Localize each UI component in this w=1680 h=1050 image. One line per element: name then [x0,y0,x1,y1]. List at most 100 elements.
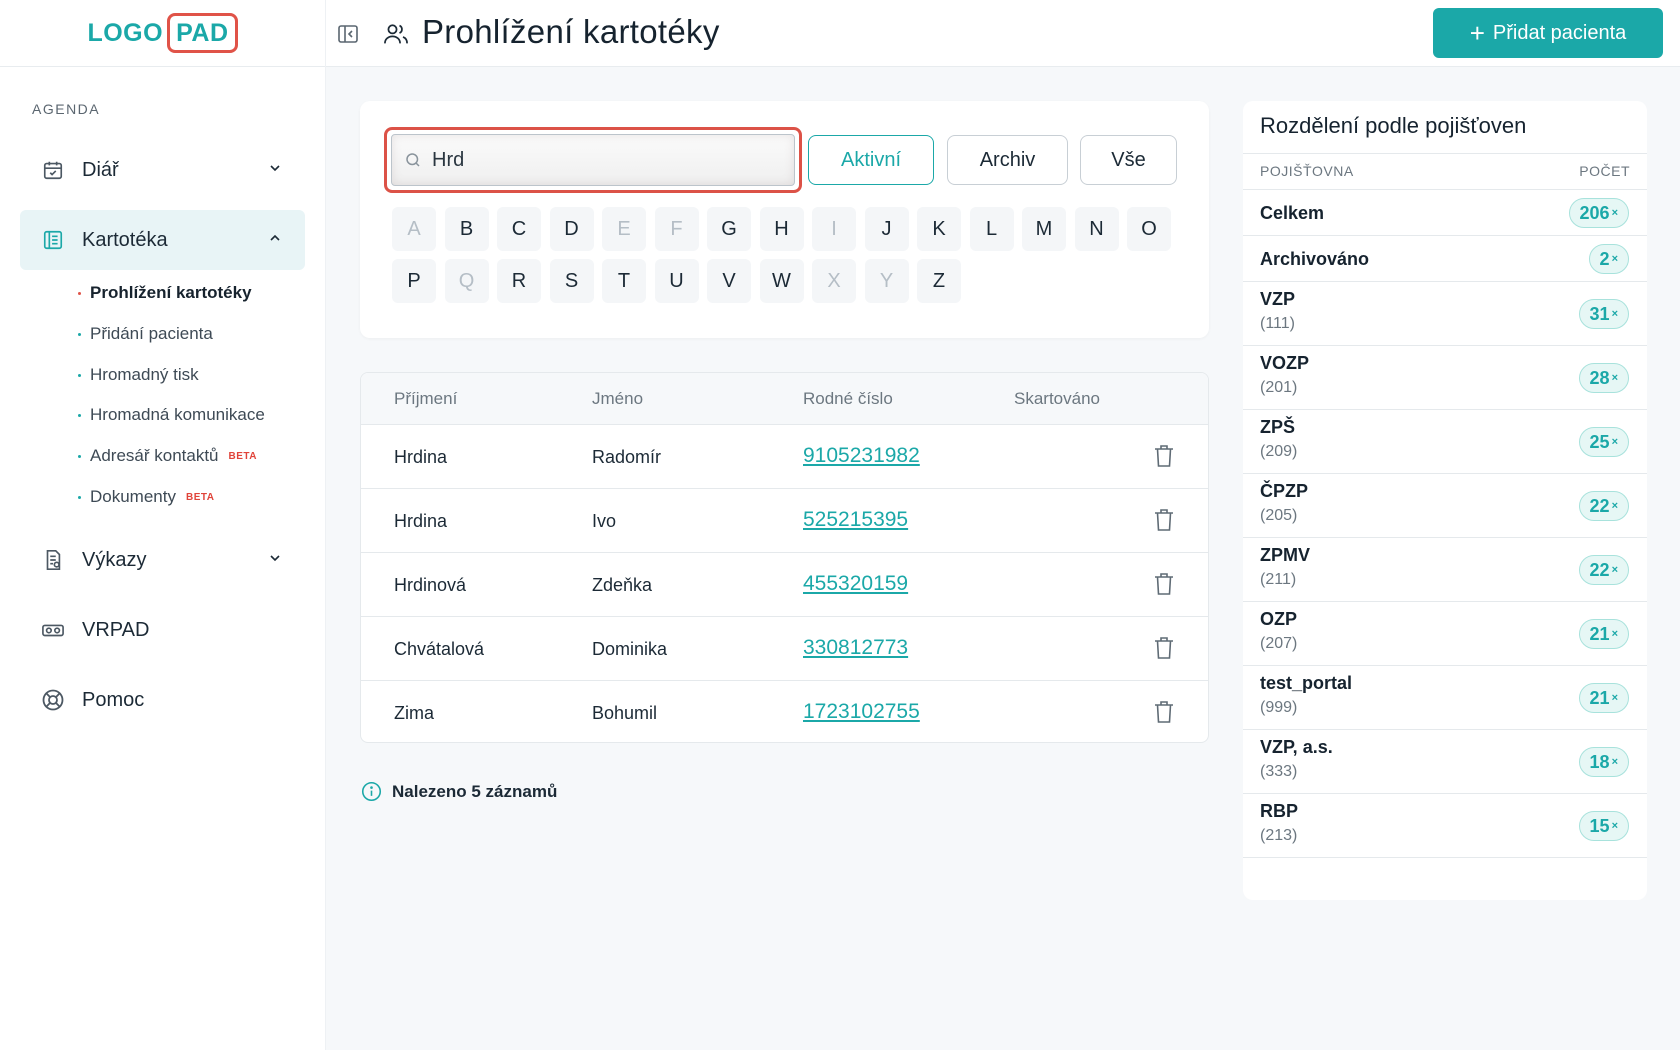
letter-filter-b[interactable]: B [444,207,489,251]
sidebar-item-vykazy[interactable]: Výkazy [20,530,305,590]
table-row[interactable]: Zima Bohumil 1723102755 [361,681,1208,742]
cell-name: Zdeňka [592,575,653,595]
count-badge: 22 × [1578,555,1629,585]
filter-all-button[interactable]: Vše [1080,135,1177,185]
filter-archive-button[interactable]: Archiv [947,135,1068,185]
sidebar-item-kartoteka[interactable]: Kartotéka [20,210,305,270]
count-badge: 15 × [1578,811,1629,841]
chevron-down-icon [267,160,283,181]
search-box[interactable] [391,134,795,186]
sub-item-label: Dokumenty [90,487,176,506]
cell-birth-number-link[interactable]: 330812773 [803,636,908,660]
insurer-name: VZP, a.s. [1260,737,1333,757]
letter-filter-n[interactable]: N [1074,207,1119,251]
trash-icon[interactable] [1154,508,1174,532]
cell-name: Dominika [592,639,668,659]
count-badge: 18 × [1578,747,1629,777]
count-suffix: × [1611,308,1618,320]
letter-filter-j[interactable]: J [864,207,909,251]
bullet [78,495,81,499]
sub-item-hromadna-komunikace[interactable]: Hromadná komunikace [78,405,265,425]
patients-table: Příjmení Jméno Rodné číslo Skartováno Hr… [360,372,1209,743]
letter-filter-c[interactable]: C [497,207,541,251]
letter-filter-s[interactable]: S [549,259,594,303]
letter-filter-v[interactable]: V [707,259,751,303]
table-row[interactable]: Chvátalová Dominika 330812773 [361,617,1208,681]
count-suffix: × [1611,372,1618,384]
cell-birth-number-link[interactable]: 455320159 [803,572,908,596]
sub-item-pridani[interactable]: Přidání pacienta [78,324,213,344]
insurer-code: (999) [1260,699,1298,716]
letter-filter-z[interactable]: Z [917,259,961,303]
trash-icon[interactable] [1154,700,1174,724]
count-value: 22 [1589,559,1610,580]
letter-filter-r[interactable]: R [497,259,541,303]
count-badge: 22 × [1578,491,1629,521]
letter-filter-p[interactable]: P [392,259,436,303]
sidebar-item-vrpad[interactable]: VRPAD [20,600,305,660]
table-row[interactable]: Hrdinová Zdeňka 455320159 [361,553,1208,617]
sidebar-item-label: Výkazy [82,548,147,571]
table-row[interactable]: Hrdina Radomír 9105231982 [361,425,1208,489]
insurance-row: Celkem 206 × [1243,190,1647,236]
add-patient-button[interactable]: + Přidat pacienta [1433,8,1663,58]
filter-active-button[interactable]: Aktivní [808,135,934,185]
search-icon [404,151,422,169]
insurer-code: (213) [1260,827,1298,844]
insurance-title: Rozdělení podle pojišťoven [1260,113,1527,138]
letter-filter-y: Y [864,259,909,303]
column-header-birth-number[interactable]: Rodné číslo [803,389,893,409]
sidebar-item-pomoc[interactable]: Pomoc [20,670,305,730]
sub-item-prohlizeni[interactable]: Prohlížení kartotéky [78,283,252,303]
sub-item-adresar[interactable]: Adresář kontaktů BETA [78,446,257,466]
cell-birth-number-link[interactable]: 1723102755 [803,700,920,724]
sidebar-collapse-icon[interactable] [336,22,360,46]
cell-surname: Zima [394,703,434,723]
sidebar: LOGO PAD AGENDA Diář Kartotéka Prohlížen… [0,0,326,1050]
letter-filter-d[interactable]: D [549,207,594,251]
sub-item-label: Hromadná komunikace [90,405,265,424]
letter-filter-o[interactable]: O [1127,207,1171,251]
letter-filter-h[interactable]: H [759,207,804,251]
letter-filter-u[interactable]: U [654,259,699,303]
table-row[interactable]: Hrdina Ivo 525215395 [361,489,1208,553]
letter-filter-g[interactable]: G [707,207,751,251]
chevron-up-icon [267,230,283,251]
sub-item-label: Adresář kontaktů [90,446,219,465]
sub-item-hromadny-tisk[interactable]: Hromadný tisk [78,365,199,385]
page-title: Prohlížení kartotéky [422,13,720,50]
count-suffix: × [1611,207,1618,219]
cell-birth-number-link[interactable]: 525215395 [803,508,908,532]
sub-item-dokumenty[interactable]: Dokumenty BETA [78,487,214,507]
count-suffix: × [1611,253,1618,265]
trash-icon[interactable] [1154,636,1174,660]
insurer-name: ČPZP [1260,481,1309,501]
insurance-row: ČPZP (205) 22 × [1243,474,1647,538]
logo[interactable]: LOGO PAD [87,13,238,53]
insurance-row: test_portal (999) 21 × [1243,666,1647,730]
table-header: Příjmení Jméno Rodné číslo Skartováno [361,373,1208,425]
letter-filter-t[interactable]: T [602,259,646,303]
column-header-surname[interactable]: Příjmení [394,389,457,409]
letter-filter-a: A [392,207,436,251]
count-value: 15 [1589,815,1610,836]
insurance-row: VOZP (201) 28 × [1243,346,1647,410]
sub-item-label: Hromadný tisk [90,365,199,384]
sidebar-item-diar[interactable]: Diář [20,140,305,200]
letter-filter-w[interactable]: W [759,259,804,303]
trash-icon[interactable] [1154,572,1174,596]
cell-birth-number-link[interactable]: 9105231982 [803,444,920,468]
letter-filter-l[interactable]: L [969,207,1014,251]
column-header-shredded[interactable]: Skartováno [1014,389,1100,409]
search-input[interactable] [432,148,732,172]
letter-filter-k[interactable]: K [917,207,961,251]
insurer-code: (333) [1260,763,1298,780]
trash-icon[interactable] [1154,444,1174,468]
logo-bar: LOGO PAD [0,0,325,67]
letter-filter-m[interactable]: M [1022,207,1066,251]
sidebar-item-label: VRPAD [82,618,150,641]
results-count-text: Nalezeno 5 záznamů [392,781,558,801]
cell-surname: Hrdina [394,447,448,467]
cell-name: Radomír [592,447,662,467]
column-header-name[interactable]: Jméno [592,389,643,409]
